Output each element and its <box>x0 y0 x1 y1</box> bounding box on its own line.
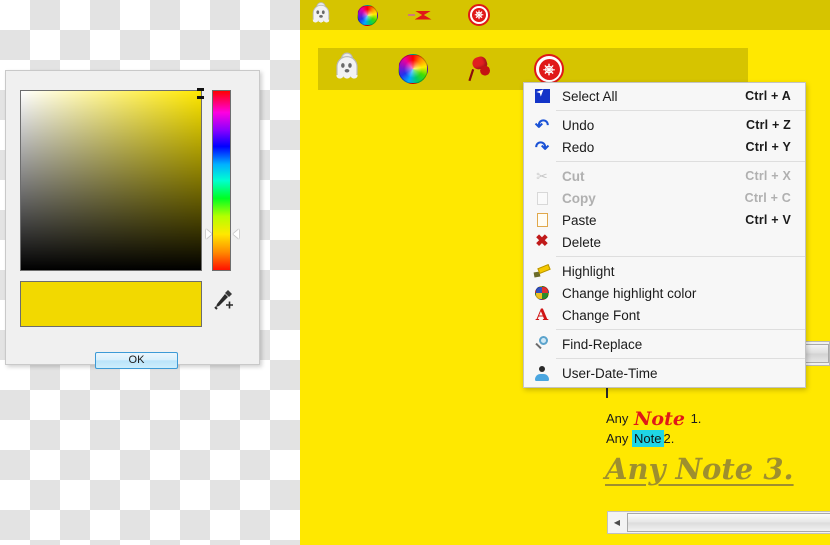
menu-item-shortcut: Ctrl + Y <box>745 140 791 154</box>
menu-item-shortcut: Ctrl + X <box>745 169 791 183</box>
menu-item-label: Change highlight color <box>562 285 697 301</box>
copy-icon <box>528 188 556 208</box>
note-line-3[interactable]: Any Note 3. <box>605 452 794 486</box>
redo-icon: ↷ <box>534 137 550 157</box>
note-2-prefix: Any <box>606 431 629 446</box>
hue-slider[interactable] <box>212 90 231 271</box>
power-icon[interactable]: ⎈ <box>532 52 566 86</box>
menu-item-cut: ✂ Cut Ctrl + X <box>524 165 805 187</box>
note-2-suffix: 2. <box>663 431 675 446</box>
horizontal-scroll-track[interactable] <box>626 512 830 533</box>
select-all-icon <box>528 86 556 106</box>
menu-item-paste[interactable]: Paste Ctrl + V <box>524 209 805 231</box>
context-menu: Select All Ctrl + A ↶ Undo Ctrl + Z ↷ Redo Ctrl… <box>523 82 806 388</box>
ghost-icon[interactable] <box>330 52 364 86</box>
saturation-value-square[interactable] <box>20 88 204 271</box>
menu-item-highlight[interactable]: Highlight <box>524 260 805 282</box>
menu-item-user-date-time[interactable]: User-Date-Time <box>524 362 805 384</box>
color-picker-dialog: OK <box>5 70 260 369</box>
menu-item-find-replace[interactable]: Find-Replace <box>524 333 805 355</box>
menu-item-label: Undo <box>562 117 595 133</box>
horizontal-scroll-thumb[interactable] <box>627 513 830 532</box>
titlebar: ⎈ <box>300 0 830 30</box>
menu-item-shortcut: Ctrl + Z <box>745 118 791 132</box>
menu-item-shortcut: Ctrl + A <box>745 89 791 103</box>
delete-icon: ✖ <box>535 233 549 250</box>
menu-separator <box>556 161 805 162</box>
color-wheel-icon <box>528 283 556 303</box>
menu-item-label: Highlight <box>562 263 615 279</box>
color-wheel-icon[interactable] <box>396 52 430 86</box>
note-3-text: Any Note 3. <box>605 452 794 486</box>
bowtie-pin-icon[interactable] <box>407 2 437 28</box>
menu-item-shortcut: Ctrl + V <box>745 213 791 227</box>
hue-slider-marker-right <box>233 229 239 239</box>
note-1-prefix: Any <box>606 411 629 426</box>
pin-icon[interactable] <box>462 52 496 86</box>
undo-icon: ↶ <box>534 115 550 135</box>
color-wheel-icon[interactable] <box>353 2 381 28</box>
menu-item-label: Find-Replace <box>562 336 643 352</box>
menu-item-redo[interactable]: ↷ Redo Ctrl + Y <box>524 136 805 158</box>
note-line-2[interactable]: Any Note 2. <box>606 430 675 447</box>
paste-icon <box>528 210 556 230</box>
menu-item-select-all[interactable]: Select All Ctrl + A <box>524 85 805 107</box>
menu-item-label: Change Font <box>562 307 641 323</box>
menu-item-label: Delete <box>562 234 602 250</box>
menu-separator <box>556 256 805 257</box>
sv-cursor-icon <box>197 88 204 99</box>
menu-item-delete[interactable]: ✖ Delete <box>524 231 805 253</box>
user-date-time-icon <box>528 363 556 383</box>
menu-item-copy: Copy Ctrl + C <box>524 187 805 209</box>
ok-button[interactable]: OK <box>95 352 178 369</box>
menu-separator <box>556 329 805 330</box>
power-icon[interactable]: ⎈ <box>465 2 493 28</box>
note-2-word: Note <box>632 430 664 447</box>
change-font-icon: A <box>535 305 549 324</box>
highlight-icon <box>528 261 556 281</box>
selected-color-swatch <box>20 281 202 327</box>
menu-item-label: Cut <box>562 168 585 184</box>
menu-separator <box>556 358 805 359</box>
menu-item-label: User-Date-Time <box>562 365 658 381</box>
cut-icon: ✂ <box>536 167 548 184</box>
note-1-word: Note <box>634 408 685 430</box>
note-line-1[interactable]: Any Note 1. <box>606 408 701 430</box>
menu-item-label: Select All <box>562 88 618 104</box>
menu-item-change-highlight-color[interactable]: Change highlight color <box>524 282 805 304</box>
note-1-suffix: 1. <box>690 411 702 426</box>
menu-item-label: Redo <box>562 139 595 155</box>
menu-item-label: Paste <box>562 212 597 228</box>
find-replace-icon <box>528 334 556 354</box>
menu-item-shortcut: Ctrl + C <box>744 191 791 205</box>
menu-separator <box>556 110 805 111</box>
scroll-left-arrow[interactable]: ◀ <box>608 512 626 533</box>
menu-item-label: Copy <box>562 190 596 206</box>
hue-slider-marker-left <box>206 229 212 239</box>
menu-item-change-font[interactable]: A Change Font <box>524 304 805 326</box>
horizontal-scrollbar[interactable]: ◀ ▶ <box>607 511 830 534</box>
menu-item-undo[interactable]: ↶ Undo Ctrl + Z <box>524 114 805 136</box>
eyedropper-icon[interactable] <box>210 287 236 313</box>
ghost-icon[interactable] <box>307 2 335 28</box>
